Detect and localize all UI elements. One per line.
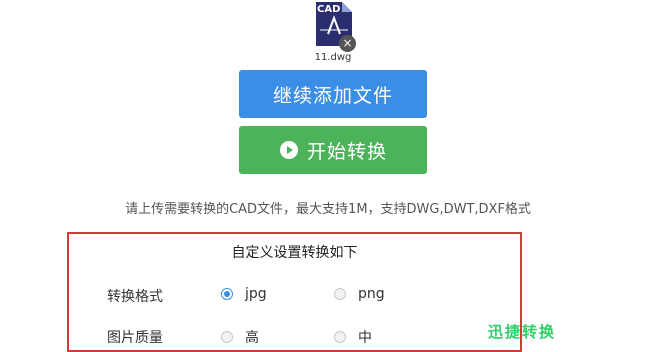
add-files-label: 继续添加文件 <box>272 84 393 107</box>
watermark-logo: 迅捷转换 <box>488 323 557 341</box>
quality-label: 图片质量 <box>107 330 163 346</box>
quality-option-high[interactable]: 高 <box>221 327 259 347</box>
start-convert-label: 开始转换 <box>306 140 387 163</box>
format-option-label: png <box>358 286 385 302</box>
file-icon-label: CAD <box>317 4 341 15</box>
add-files-button[interactable]: 继续添加文件 <box>239 70 427 118</box>
play-icon <box>279 141 298 159</box>
settings-panel: 自定义设置转换如下 转换格式 jpg png 图片质量 高 中 <box>67 232 522 352</box>
uploaded-file: CAD × 11.dwg <box>303 2 363 63</box>
radio-unchecked-icon <box>334 288 346 300</box>
format-label: 转换格式 <box>107 289 163 305</box>
radio-unchecked-icon <box>221 331 233 343</box>
format-option-jpg[interactable]: jpg <box>221 286 267 302</box>
upload-hint: 请上传需要转换的CAD文件，最大支持1M，支持DWG,DWT,DXF格式 <box>125 202 531 217</box>
quality-option-label: 中 <box>358 330 372 346</box>
settings-title: 自定义设置转换如下 <box>231 245 358 261</box>
file-name: 11.dwg <box>314 52 352 63</box>
radio-unchecked-icon <box>334 331 346 343</box>
quality-option-label: 高 <box>245 330 259 346</box>
format-option-label: jpg <box>245 286 267 302</box>
start-convert-button[interactable]: 开始转换 <box>239 126 427 174</box>
format-option-png[interactable]: png <box>334 286 385 302</box>
radio-checked-icon <box>221 288 233 300</box>
remove-file-button[interactable]: × <box>339 35 356 52</box>
dwg-file-icon: CAD × <box>314 2 356 52</box>
quality-option-medium[interactable]: 中 <box>334 327 372 347</box>
